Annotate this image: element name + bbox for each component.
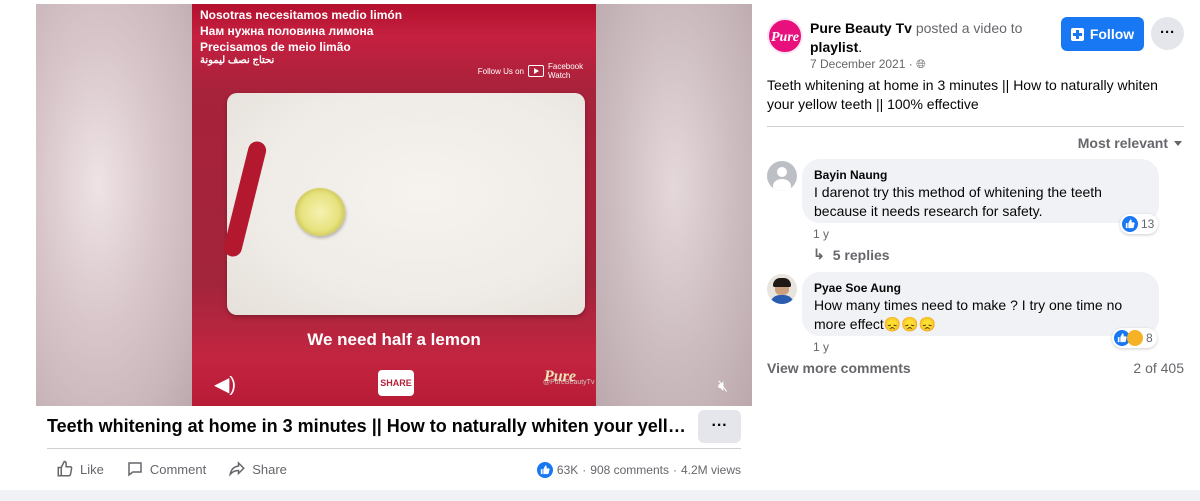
- subtitle-pt: Precisamos de meio limão: [200, 40, 351, 54]
- comment-age[interactable]: 1 y: [813, 340, 829, 354]
- share-logo: SHARE: [378, 370, 414, 396]
- share-arrow-icon: [229, 461, 246, 477]
- replies-label: 5 replies: [832, 246, 890, 263]
- like-reaction-icon: [1122, 216, 1138, 232]
- comment-count[interactable]: 908 comments: [590, 463, 669, 477]
- post-stats: 63K · 908 comments · 4.2M views: [536, 462, 741, 478]
- view-more-comments-link[interactable]: View more comments: [767, 360, 911, 376]
- page-footer-band: [0, 490, 1200, 501]
- comment-bubble: Pyae Soe Aung How many times need to mak…: [802, 272, 1159, 336]
- subtitle-ru: Нам нужна половина лимона: [200, 24, 374, 38]
- avatar[interactable]: [767, 274, 797, 304]
- chevron-down-icon: [1174, 140, 1182, 146]
- separator: ·: [672, 463, 677, 477]
- commenter-name[interactable]: Pyae Soe Aung: [814, 280, 1147, 296]
- follow-facebook-watch: Follow Us on Facebook Watch: [478, 62, 586, 80]
- comment-sort-dropdown[interactable]: Most relevant: [1078, 135, 1182, 151]
- view-count: 4.2M views: [680, 463, 741, 477]
- comment-reactions[interactable]: 13: [1120, 214, 1159, 234]
- post-header: Pure Beauty Tv posted a video to playlis…: [810, 19, 1050, 57]
- comment-button[interactable]: Comment: [126, 460, 206, 478]
- speaker-icon: ◀): [214, 374, 237, 396]
- comment-age[interactable]: 1 y: [813, 227, 829, 241]
- video-player[interactable]: Nosotras necesitamos medio limón Нам нуж…: [36, 4, 752, 406]
- haha-reaction-icon: [1127, 330, 1143, 346]
- comment-text: How many times need to make ? I try one …: [814, 297, 1123, 332]
- video-frame: Nosotras necesitamos medio limón Нам нуж…: [192, 4, 596, 406]
- more-options-button[interactable]: ···: [698, 410, 741, 443]
- like-reaction-icon: [536, 462, 553, 478]
- divider: [767, 126, 1184, 127]
- reply-arrow-icon: ↳: [813, 246, 825, 262]
- reaction-count: 8: [1146, 331, 1153, 345]
- video-caption: We need half a lemon: [307, 330, 481, 349]
- cutting-board: @PureBeautyTv: [227, 93, 594, 386]
- share-label: Share: [252, 461, 287, 477]
- reaction-count: 13: [1141, 217, 1155, 231]
- reaction-count[interactable]: 63K: [557, 463, 578, 477]
- globe-icon: 🌐︎: [916, 57, 926, 71]
- page-avatar[interactable]: Pure: [767, 18, 803, 54]
- playlist-link[interactable]: playlist: [810, 39, 858, 55]
- follow-us-label: Follow Us on: [477, 66, 524, 76]
- video-blur-left: [36, 4, 192, 406]
- post-sidebar: Pure Pure Beauty Tv posted a video to pl…: [752, 0, 1200, 501]
- like-label: Like: [80, 461, 104, 477]
- pure-logo: Pure: [544, 368, 576, 385]
- subtitle-es: Nosotras necesitamos medio limón: [200, 8, 403, 22]
- post-date[interactable]: 7 December 2021 · 🌐︎: [810, 57, 926, 72]
- sort-label: Most relevant: [1077, 135, 1168, 151]
- comment-pagination: 2 of 405: [1133, 360, 1184, 376]
- comment-label: Comment: [149, 461, 207, 477]
- comment-reactions[interactable]: 8: [1112, 328, 1157, 348]
- period: .: [858, 39, 863, 55]
- video-blur-right: [596, 4, 752, 406]
- subtitle-ar: نحتاج نصف ليمونة: [200, 55, 275, 66]
- follow-button[interactable]: Follow: [1061, 17, 1144, 51]
- page-name-link[interactable]: Pure Beauty Tv: [810, 20, 912, 36]
- post-options-button[interactable]: ···: [1151, 17, 1184, 50]
- like-button[interactable]: Like: [56, 460, 104, 478]
- separator: ·: [582, 463, 587, 477]
- mute-icon[interactable]: 🔇︎: [718, 378, 728, 396]
- follow-label: Follow: [1089, 26, 1135, 42]
- comment-bubble: Bayin Naung I darenot try this method of…: [802, 159, 1159, 223]
- post-actions: Like Comment Share: [56, 460, 287, 478]
- posted-text: posted a video to: [911, 20, 1023, 36]
- video-branding-bar: ◀) SHARE Pure: [192, 360, 596, 406]
- comment-icon: [128, 462, 142, 477]
- facebook-watch-label: Facebook Watch: [548, 62, 584, 80]
- video-panel: Nosotras necesitamos medio limón Нам нуж…: [0, 0, 752, 501]
- video-title: Teeth whitening at home in 3 minutes || …: [47, 416, 687, 436]
- commenter-name[interactable]: Bayin Naung: [814, 167, 1147, 183]
- view-replies-link[interactable]: ↳ 5 replies: [813, 246, 890, 263]
- lemon-half: [295, 188, 345, 236]
- post-date-text: 7 December 2021 ·: [810, 57, 917, 71]
- facebook-watch-icon: [528, 65, 544, 77]
- divider: [47, 448, 741, 449]
- avatar[interactable]: [767, 161, 797, 191]
- comment-text: I darenot try this method of whitening t…: [814, 184, 1102, 219]
- share-button[interactable]: Share: [228, 460, 287, 478]
- post-description: Teeth whitening at home in 3 minutes || …: [767, 77, 1158, 112]
- thumbs-up-icon: [57, 460, 73, 477]
- add-page-icon: [1070, 27, 1084, 41]
